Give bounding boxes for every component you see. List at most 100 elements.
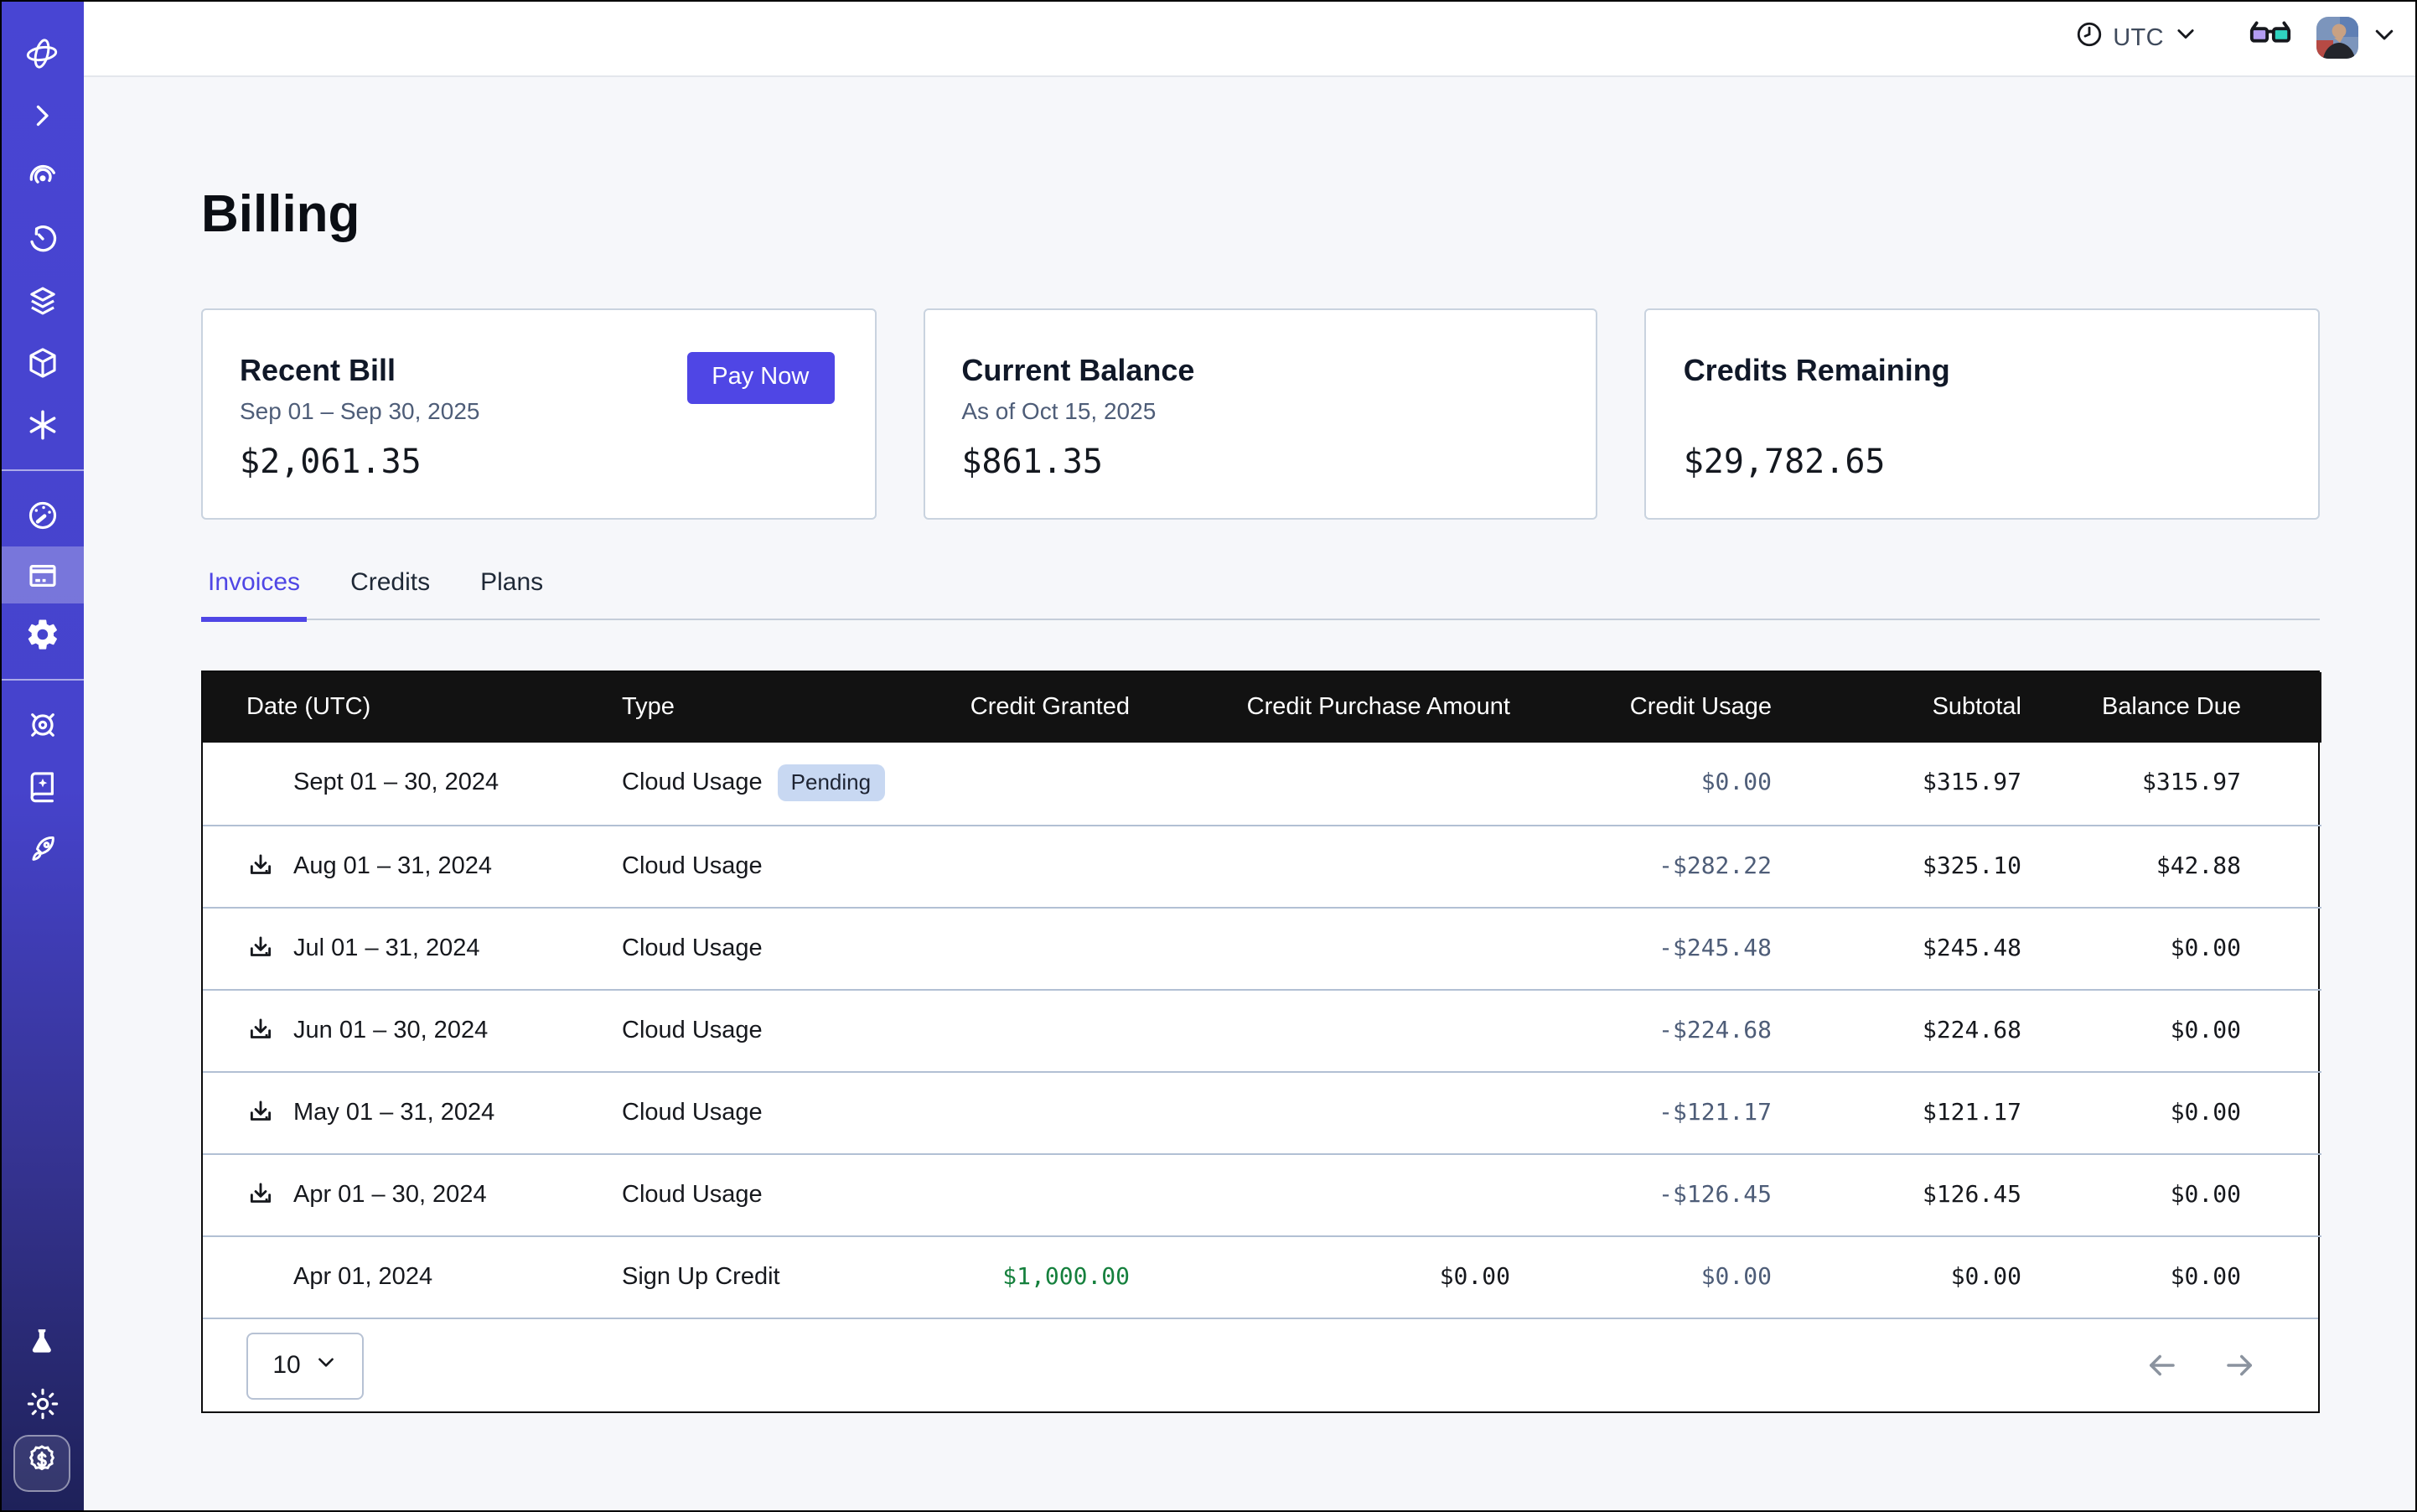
table-row: Jun 01 – 30, 2024 Cloud Usage -$224.68$224… xyxy=(203,989,2321,1071)
cell-balance-due: $315.97 xyxy=(2021,743,2321,825)
previous-page-button[interactable] xyxy=(2144,1348,2179,1383)
cell-credit-usage: -$121.17 xyxy=(1510,1071,1772,1153)
cell-balance-due: $0.00 xyxy=(2021,1153,2321,1235)
spiral-eye-icon xyxy=(24,159,60,194)
recent-bill-amount: $2,061.35 xyxy=(240,441,422,481)
sidebar-item-functions[interactable] xyxy=(0,394,84,456)
download-invoice-button[interactable] xyxy=(246,933,275,963)
card-subtitle: Sep 01 – Sep 30, 2025 xyxy=(240,397,479,426)
page-size-select[interactable]: 10 xyxy=(246,1332,364,1399)
invoice-type: Sign Up Credit xyxy=(622,1264,780,1291)
column-header-2: Type xyxy=(622,672,924,743)
gear-icon xyxy=(24,617,60,652)
current-balance-card: Current Balance As of Oct 15, 2025 $861.… xyxy=(923,308,1597,520)
chevron-down-icon xyxy=(316,1351,338,1380)
invoice-date: Jun 01 – 30, 2024 xyxy=(293,1017,488,1043)
timer-icon xyxy=(24,221,60,256)
cell-credit-purchase-amount xyxy=(1130,907,1510,989)
invoice-type: Cloud Usage xyxy=(622,1181,763,1208)
sidebar-item-billing[interactable] xyxy=(0,546,84,603)
layers-icon xyxy=(24,283,60,318)
chevron-right-icon xyxy=(27,100,57,130)
cell-subtotal: $0.00 xyxy=(1772,1235,2021,1318)
tab-plans[interactable]: Plans xyxy=(474,567,550,622)
recent-bill-card: Recent Bill Sep 01 – Sep 30, 2025 Pay No… xyxy=(201,308,876,520)
sidebar-item-getting-started[interactable] xyxy=(0,818,84,880)
download-invoice-button[interactable] xyxy=(246,1015,275,1045)
cell-date: Aug 01 – 31, 2024 xyxy=(203,825,622,907)
timezone-label: UTC xyxy=(2113,24,2164,51)
cell-credit-usage: $0.00 xyxy=(1510,743,1772,825)
gauge-icon xyxy=(24,498,60,533)
cell-type: Cloud Usage xyxy=(622,907,924,989)
pager xyxy=(2144,1348,2258,1383)
main-content: Billing Recent Bill Sep 01 – Sep 30, 202… xyxy=(84,77,2417,1512)
credits-remaining-amount: $29,782.65 xyxy=(1684,441,1886,481)
pay-now-button[interactable]: Pay Now xyxy=(686,352,834,404)
tab-invoices[interactable]: Invoices xyxy=(201,567,307,622)
cell-date: Jun 01 – 30, 2024 xyxy=(203,989,622,1071)
app-window: UTC xyxy=(0,0,2417,1512)
current-balance-amount: $861.35 xyxy=(961,441,1103,481)
download-invoice-button[interactable] xyxy=(246,851,275,881)
cell-balance-due: $0.00 xyxy=(2021,907,2321,989)
sidebar-item-theme-toggle[interactable] xyxy=(0,1373,84,1435)
download-invoice-button[interactable] xyxy=(246,1179,275,1209)
invoice-date: Sept 01 – 30, 2024 xyxy=(293,770,499,797)
cell-credit-usage: -$224.68 xyxy=(1510,989,1772,1071)
asterisk-icon xyxy=(24,407,60,443)
reader-mode-toggle[interactable] xyxy=(2248,15,2293,60)
sidebar-item-usage[interactable] xyxy=(0,484,84,546)
orbit-logo-icon xyxy=(23,34,60,71)
download-invoice-button[interactable] xyxy=(246,1097,275,1127)
credits-promo-button[interactable] xyxy=(13,1435,70,1492)
invoice-date: Aug 01 – 31, 2024 xyxy=(293,852,492,879)
cell-credit-granted xyxy=(924,989,1130,1071)
sidebar-item-labs[interactable] xyxy=(0,1311,84,1373)
avatar[interactable] xyxy=(2316,17,2358,59)
credits-remaining-card: Credits Remaining $29,782.65 xyxy=(1645,308,2320,520)
glasses-icon xyxy=(2248,15,2293,60)
table-row: Apr 01 – 30, 2024Cloud Usage-$126.45$126… xyxy=(203,1153,2321,1235)
table-row: Jul 01 – 31, 2024Cloud Usage-$245.48$245… xyxy=(203,907,2321,989)
tab-credits[interactable]: Credits xyxy=(344,567,437,622)
cell-credit-usage: -$126.45 xyxy=(1510,1153,1772,1235)
sidebar-item-history[interactable] xyxy=(0,208,84,270)
card-subtitle: As of Oct 15, 2025 xyxy=(961,397,1555,426)
sidebar-item-layers[interactable] xyxy=(0,270,84,332)
table-row: May 01 – 31, 2024Cloud Usage-$121.17$121… xyxy=(203,1071,2321,1153)
cell-balance-due: $0.00 xyxy=(2021,1071,2321,1153)
status-badge: Pending xyxy=(778,765,884,802)
sidebar-divider xyxy=(0,679,84,681)
summary-cards: Recent Bill Sep 01 – Sep 30, 2025 Pay No… xyxy=(201,308,2320,520)
cell-subtotal: $121.17 xyxy=(1772,1071,2021,1153)
card-title: Recent Bill xyxy=(240,352,479,389)
invoice-type: Cloud Usage xyxy=(622,1017,763,1043)
cell-credit-granted: $1,000.00 xyxy=(924,1235,1130,1318)
cell-subtotal: $224.68 xyxy=(1772,989,2021,1071)
sidebar-item-docs[interactable] xyxy=(0,756,84,818)
sidebar-item-settings[interactable] xyxy=(0,603,84,665)
sidebar-item-expand[interactable] xyxy=(0,84,84,146)
timezone-selector[interactable]: UTC xyxy=(2074,19,2197,56)
chevron-down-icon xyxy=(2174,22,2197,54)
account-menu-button[interactable] xyxy=(2372,21,2397,54)
book-sparkle-icon xyxy=(24,769,60,805)
cell-credit-granted xyxy=(924,907,1130,989)
sidebar-item-packages[interactable] xyxy=(0,332,84,394)
sidebar-item-support[interactable] xyxy=(0,694,84,756)
table-row: Sept 01 – 30, 2024 Cloud Usage Pending $0.0… xyxy=(203,743,2321,825)
invoice-date: Jul 01 – 31, 2024 xyxy=(293,935,480,961)
cell-credit-purchase-amount xyxy=(1130,743,1510,825)
sidebar-logo[interactable] xyxy=(0,22,84,84)
cell-type: Cloud Usage xyxy=(622,825,924,907)
sidebar-item-monitor[interactable] xyxy=(0,146,84,208)
invoice-type: Cloud Usage xyxy=(622,770,763,797)
cell-credit-purchase-amount xyxy=(1130,825,1510,907)
topbar: UTC xyxy=(84,0,2417,77)
sidebar xyxy=(0,0,84,1512)
helm-icon xyxy=(24,707,60,743)
cell-subtotal: $245.48 xyxy=(1772,907,2021,989)
next-page-button[interactable] xyxy=(2223,1348,2258,1383)
cell-balance-due: $0.00 xyxy=(2021,989,2321,1071)
